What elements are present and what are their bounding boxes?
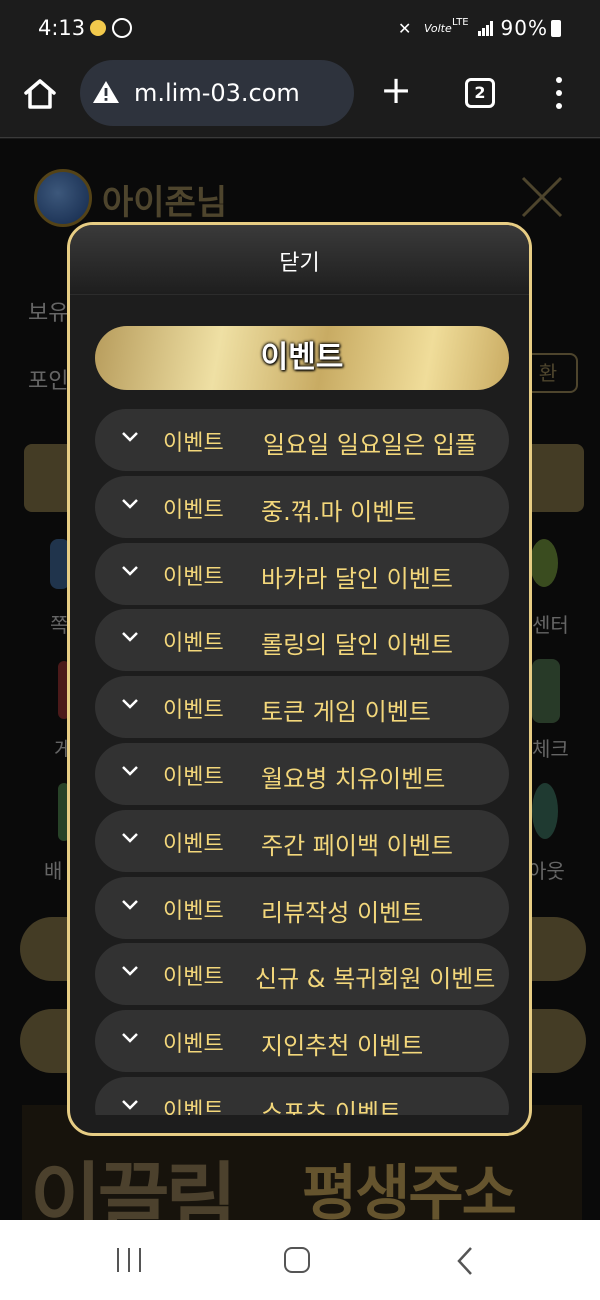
event-list-item[interactable]: 이벤트 신규 & 복귀회원 이벤트 [95,943,509,1006]
event-list-item[interactable]: 이벤트 중.꺾.마 이벤트 [95,475,509,538]
modal-title: 이벤트 [260,340,344,375]
event-item-title: 스포츠 이벤트 [261,1099,402,1115]
event-item-category: 이벤트 [163,831,224,857]
chevron-down-icon [122,832,138,843]
event-item-title: 중.꺾.마 이벤트 [261,497,417,526]
event-list-item[interactable]: 이벤트 스포츠 이벤트 [95,1077,509,1115]
event-item-category: 이벤트 [163,965,224,991]
event-item-category: 이벤트 [163,497,224,523]
volte-icon: Volte [424,22,452,35]
event-item-category: 이벤트 [163,698,224,724]
notification-icon [90,20,106,36]
status-bar: 4:13 ✕ Volte LTE 90% [0,0,600,58]
event-item-title: 신규 & 복귀회원 이벤트 [255,965,496,994]
modal-title-pill: 이벤트 [95,326,509,390]
event-item-category: 이벤트 [163,431,224,456]
event-list-item[interactable]: 이벤트 주간 페이백 이벤트 [95,809,509,872]
chevron-down-icon [122,632,138,643]
chevron-down-icon [122,432,138,442]
event-item-category: 이벤트 [163,1032,224,1058]
event-item-title: 일요일 일요일은 입플 [263,431,477,459]
chevron-down-icon [122,966,138,977]
event-modal: 닫기 이벤트 이벤트 일요일 일요일은 입플 이벤트 중.꺾.마 이벤트 이벤트 바카라 … [67,222,532,1136]
modal-header[interactable]: 닫기 [70,225,529,295]
chevron-down-icon [122,1100,138,1110]
tab-switcher-button[interactable]: 2 [465,78,495,108]
event-list[interactable]: 이벤트 일요일 일요일은 입플 이벤트 중.꺾.마 이벤트 이벤트 바카라 달인 이벤트 이… [95,409,509,1115]
lte-icon: LTE [452,17,469,28]
new-tab-button[interactable]: + [380,71,412,110]
event-item-category: 이벤트 [163,765,224,790]
event-item-title: 바카라 달인 이벤트 [261,564,453,593]
event-item-category: 이벤트 [163,1099,224,1115]
more-menu-icon[interactable] [554,75,564,111]
chevron-down-icon [122,565,138,576]
home-icon[interactable] [22,76,58,112]
chevron-down-icon [122,498,138,509]
chevron-down-icon [122,1033,138,1043]
modal-close-button[interactable]: 닫기 [70,245,529,277]
event-item-title: 주간 페이백 이벤트 [261,831,453,860]
status-time: 4:13 [38,16,86,40]
recent-apps-icon[interactable] [117,1248,141,1272]
event-item-category: 이벤트 [163,631,224,657]
event-list-item[interactable]: 이벤트 토큰 게임 이벤트 [95,676,509,739]
event-item-category: 이벤트 [163,564,224,590]
battery-percent: 90% [500,16,548,40]
event-item-title: 월요병 치유이벤트 [261,765,446,793]
address-bar[interactable]: m.lim-03.com [80,60,354,126]
event-item-category: 이벤트 [163,898,224,924]
mute-icon: ✕ [398,19,412,38]
chevron-down-icon [122,766,138,776]
signal-icon [478,21,494,36]
navigation-bar [0,1220,600,1300]
browser-toolbar: m.lim-03.com + 2 [0,58,600,138]
event-list-item[interactable]: 이벤트 일요일 일요일은 입플 [95,409,509,471]
event-item-title: 리뷰작성 이벤트 [261,898,424,927]
event-list-item[interactable]: 이벤트 바카라 달인 이벤트 [95,542,509,605]
event-item-title: 토큰 게임 이벤트 [261,698,431,727]
sync-icon [112,18,132,38]
url-text: m.lim-03.com [134,79,300,107]
event-list-item[interactable]: 이벤트 월요병 치유이벤트 [95,743,509,805]
phone-screen: 4:13 ✕ Volte LTE 90% m.lim-03.com + 2 아이… [0,0,600,1300]
home-nav-icon[interactable] [284,1247,310,1273]
event-list-item[interactable]: 이벤트 리뷰작성 이벤트 [95,876,509,939]
chevron-down-icon [122,699,138,709]
event-item-title: 롤링의 달인 이벤트 [261,631,453,660]
event-item-title: 지인추천 이벤트 [261,1032,424,1061]
warning-icon [93,81,119,103]
event-list-item[interactable]: 이벤트 롤링의 달인 이벤트 [95,609,509,672]
event-list-item[interactable]: 이벤트 지인추천 이벤트 [95,1010,509,1073]
back-icon[interactable] [455,1246,475,1276]
battery-icon [551,20,561,37]
chevron-down-icon [122,899,138,910]
